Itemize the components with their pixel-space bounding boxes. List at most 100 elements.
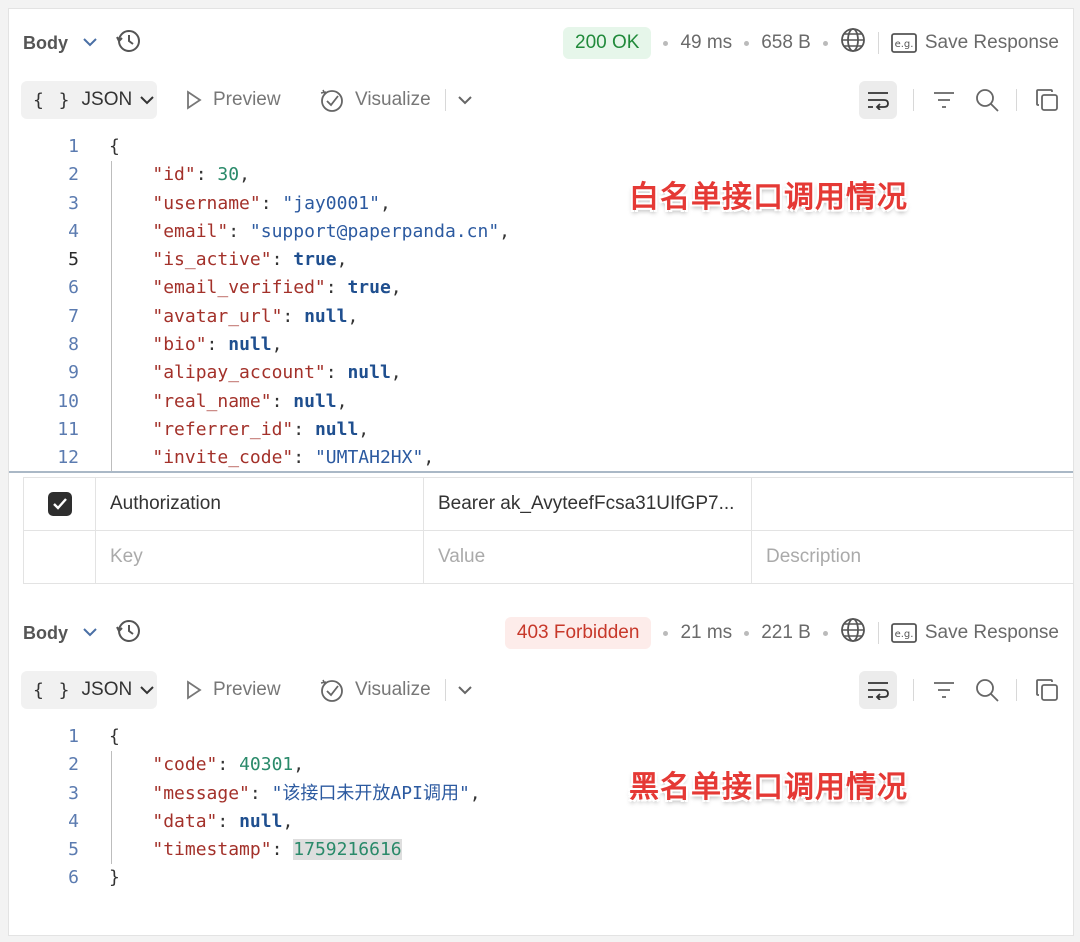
chevron-down-icon[interactable] bbox=[457, 95, 472, 105]
save-example-icon[interactable]: e.g. bbox=[890, 623, 917, 643]
enabled-checkbox[interactable] bbox=[47, 492, 72, 516]
code-line: 2 "code": 40301, bbox=[9, 751, 1073, 779]
save-example-icon[interactable]: e.g. bbox=[890, 33, 917, 53]
json-key: "invite_code" bbox=[152, 447, 294, 469]
response-size: 221 B bbox=[761, 622, 811, 643]
code-line: 10 "real_name": null, bbox=[9, 388, 1073, 416]
code-line: 1{ bbox=[9, 133, 1073, 161]
pane-divider[interactable] bbox=[9, 471, 1073, 473]
chevron-down-icon[interactable] bbox=[82, 34, 98, 52]
line-number: 11 bbox=[57, 418, 79, 440]
svg-text:e.g.: e.g. bbox=[894, 629, 913, 640]
copy-icon[interactable] bbox=[1035, 678, 1059, 702]
visualize-button[interactable]: Visualize bbox=[319, 81, 482, 119]
postman-window: Body 200 OK 49 ms 658 B e.g. Save Respon… bbox=[8, 8, 1074, 936]
code-line: 4 "data": null, bbox=[9, 808, 1073, 836]
save-response-button[interactable]: Save Response bbox=[925, 32, 1059, 54]
json-value: null bbox=[304, 305, 348, 327]
json-key: "referrer_id" bbox=[152, 418, 294, 440]
line-number: 6 bbox=[68, 867, 79, 889]
json-key: "alipay_account" bbox=[152, 362, 326, 384]
json-key: "avatar_url" bbox=[152, 305, 283, 327]
header-description[interactable] bbox=[752, 478, 1073, 530]
json-value: true bbox=[293, 249, 337, 271]
line-content: { bbox=[109, 136, 120, 157]
json-key: "code" bbox=[152, 754, 218, 776]
line-content: "bio": null, bbox=[152, 334, 283, 356]
code-line: 6} bbox=[9, 864, 1073, 892]
line-number: 8 bbox=[68, 334, 79, 356]
visualize-icon bbox=[320, 89, 343, 112]
json-response-body[interactable]: 1{2 "id": 30, 3 "username": "jay0001", 4 "… bbox=[9, 133, 1073, 473]
check-icon bbox=[52, 498, 67, 510]
braces-icon: { } bbox=[33, 679, 72, 701]
json-key: "id" bbox=[152, 164, 196, 186]
body-tab[interactable]: Body bbox=[23, 623, 68, 644]
header-value[interactable]: Bearer ak_AvyteefFcsa31UIfGP7... bbox=[424, 478, 752, 530]
json-value: "support@paperpanda.cn" bbox=[249, 220, 500, 242]
globe-icon[interactable] bbox=[840, 27, 866, 59]
response-time: 21 ms bbox=[680, 622, 733, 643]
header-key[interactable]: Authorization bbox=[96, 478, 424, 530]
status-badge: 200 OK bbox=[563, 27, 652, 59]
preview-button[interactable]: Preview bbox=[185, 671, 281, 709]
save-response-button[interactable]: Save Response bbox=[925, 622, 1059, 644]
divider bbox=[1016, 89, 1017, 111]
play-icon bbox=[187, 680, 202, 700]
preview-button[interactable]: Preview bbox=[185, 81, 281, 119]
body-tab[interactable]: Body bbox=[23, 33, 68, 54]
response-panel-1: Body 200 OK 49 ms 658 B e.g. Save Respon… bbox=[9, 9, 1073, 473]
separator-dot bbox=[663, 40, 669, 46]
json-value: "该接口未开放API调用" bbox=[271, 782, 470, 804]
json-key: "data" bbox=[152, 810, 218, 832]
chevron-down-icon bbox=[140, 95, 154, 105]
visualize-label: Visualize bbox=[355, 679, 431, 700]
code-line: 7 "avatar_url": null, bbox=[9, 303, 1073, 331]
format-select[interactable]: { } JSON bbox=[21, 671, 157, 709]
description-placeholder[interactable]: Description bbox=[752, 531, 1073, 583]
filter-icon[interactable] bbox=[932, 90, 956, 110]
filter-icon[interactable] bbox=[932, 680, 956, 700]
search-icon[interactable] bbox=[974, 677, 1000, 703]
visualize-label: Visualize bbox=[355, 89, 431, 110]
line-content: "referrer_id": null, bbox=[152, 418, 370, 440]
divider bbox=[913, 89, 914, 111]
wrap-lines-button[interactable] bbox=[859, 81, 897, 119]
line-content: "is_active": true, bbox=[152, 249, 348, 271]
wrap-icon bbox=[868, 92, 889, 110]
history-icon[interactable] bbox=[116, 618, 142, 649]
history-icon[interactable] bbox=[116, 28, 142, 59]
headers-table: Authorization Bearer ak_AvyteefFcsa31UIf… bbox=[23, 477, 1073, 584]
table-row-empty: Key Value Description bbox=[24, 531, 1073, 584]
divider bbox=[877, 622, 879, 644]
globe-icon[interactable] bbox=[840, 617, 866, 649]
row-checkbox-cell bbox=[24, 478, 96, 530]
response-header: Body 403 Forbidden 21 ms 221 B e.g. Save… bbox=[9, 611, 1073, 655]
code-line: 8 "bio": null, bbox=[9, 331, 1073, 359]
json-key: "real_name" bbox=[152, 390, 272, 412]
divider bbox=[444, 679, 446, 701]
code-line: 5 "is_active": true, bbox=[9, 246, 1073, 274]
code-line: 2 "id": 30, bbox=[9, 161, 1073, 189]
key-placeholder[interactable]: Key bbox=[96, 531, 424, 583]
format-select[interactable]: { } JSON bbox=[21, 81, 157, 119]
line-content: "code": 40301, bbox=[152, 754, 305, 776]
format-label: JSON bbox=[81, 679, 133, 700]
separator-dot bbox=[744, 40, 750, 46]
json-response-body[interactable]: 1{2 "code": 40301, 3 "message": "该接口未开放AP… bbox=[9, 723, 1073, 893]
wrap-lines-button[interactable] bbox=[859, 671, 897, 709]
line-number: 4 bbox=[68, 220, 79, 242]
response-panel-2: Body 403 Forbidden 21 ms 221 B e.g. Save… bbox=[9, 599, 1073, 935]
search-icon[interactable] bbox=[974, 87, 1000, 113]
copy-icon[interactable] bbox=[1035, 88, 1059, 112]
chevron-down-icon[interactable] bbox=[457, 685, 472, 695]
visualize-button[interactable]: Visualize bbox=[319, 671, 482, 709]
svg-text:e.g.: e.g. bbox=[894, 39, 913, 50]
json-key: "email" bbox=[152, 220, 229, 242]
value-placeholder[interactable]: Value bbox=[424, 531, 752, 583]
line-number: 4 bbox=[68, 810, 79, 832]
code-line: 12 "invite_code": "UMTAH2HX", bbox=[9, 444, 1073, 472]
code-line: 6 "email_verified": true, bbox=[9, 274, 1073, 302]
chevron-down-icon[interactable] bbox=[82, 624, 98, 642]
separator-dot bbox=[822, 630, 828, 636]
